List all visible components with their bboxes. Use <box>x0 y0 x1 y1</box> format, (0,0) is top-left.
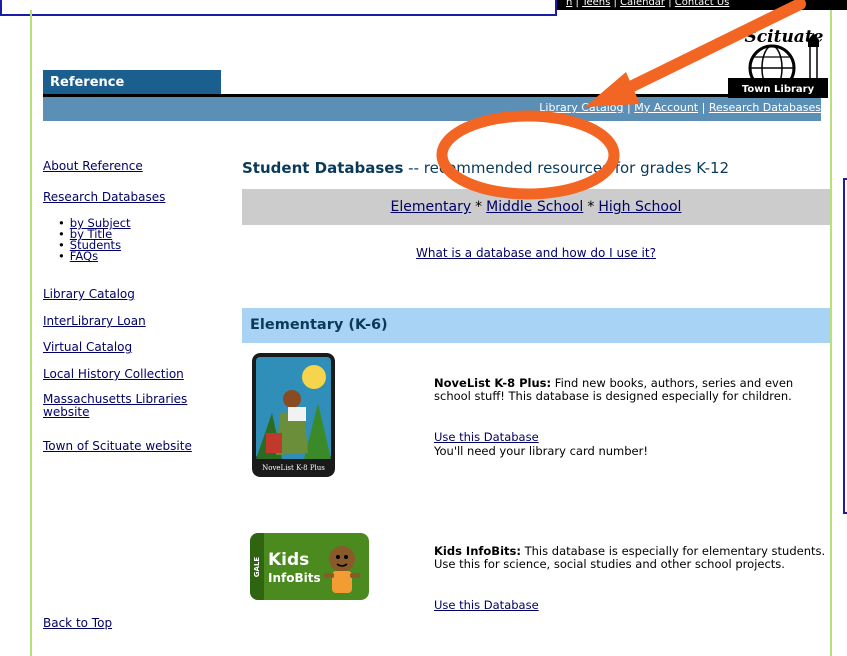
top-link-teens[interactable]: Teens <box>582 0 610 8</box>
page-title: Student Databases -- recommended resourc… <box>242 159 729 177</box>
top-links: n | Teens | Calendar | Contact Us <box>566 0 729 8</box>
kids-word1: Kids <box>268 550 309 570</box>
sidebar-sub-item: FAQs <box>58 249 131 263</box>
grade-nav: Elementary * Middle School * High School <box>242 189 830 225</box>
top-links-sep: | <box>610 0 621 8</box>
logo-scituate: Scituate <box>745 27 824 47</box>
sidebar-mass-libraries[interactable]: Massachusetts Libraries website <box>43 393 208 419</box>
sidebar-interlibrary-loan[interactable]: InterLibrary Loan <box>43 314 146 328</box>
top-links-sep: | <box>572 0 583 8</box>
logo-town-library: Town Library <box>742 84 815 95</box>
sidebar-about-reference[interactable]: About Reference <box>43 159 143 173</box>
sidebar-local-history[interactable]: Local History Collection <box>43 367 184 381</box>
what-is-database-link[interactable]: What is a database and how do I use it? <box>416 246 656 260</box>
sidebar-faqs[interactable]: FAQs <box>70 249 98 263</box>
overlay-box <box>0 0 557 16</box>
nav-sep: | <box>623 101 635 114</box>
grade-link-elementary[interactable]: Elementary <box>391 199 472 215</box>
grade-sep: * <box>475 199 483 215</box>
kids-infobits-use-database-link[interactable]: Use this Database <box>434 598 539 612</box>
novelist-image[interactable]: NoveList K-8 Plus <box>252 353 335 477</box>
nav-links: Library Catalog | My Account | Research … <box>539 101 821 114</box>
section-tab: Reference <box>43 70 221 95</box>
library-logo[interactable]: Town Library Scituate <box>728 20 828 98</box>
popup-box-edge <box>843 178 847 514</box>
sidebar-virtual-catalog[interactable]: Virtual Catalog <box>43 340 132 354</box>
nav-my-account[interactable]: My Account <box>634 101 698 114</box>
kids-word2: InfoBits <box>268 571 321 585</box>
annotation-circle <box>436 110 620 200</box>
top-link-contact[interactable]: Contact Us <box>675 0 730 8</box>
nav-library-catalog[interactable]: Library Catalog <box>539 101 623 114</box>
sidebar-research-databases[interactable]: Research Databases <box>43 190 165 204</box>
top-link-calendar[interactable]: Calendar <box>620 0 665 8</box>
novelist-image-caption: NoveList K-8 Plus <box>262 464 325 472</box>
frame-right-line <box>830 10 832 656</box>
page-title-bold: Student Databases <box>242 159 404 177</box>
what-is-database: What is a database and how do I use it? <box>242 246 830 260</box>
sidebar-town-scituate[interactable]: Town of Scituate website <box>43 439 192 453</box>
sidebar-sublist: by Subject by Title Students FAQs <box>58 217 131 263</box>
kids-infobits-description: Kids InfoBits: This database is especial… <box>434 545 826 571</box>
top-links-sep: | <box>665 0 675 8</box>
novelist-title: NoveList K-8 Plus: <box>434 376 552 390</box>
elementary-section-header: Elementary (K-6) <box>242 308 830 343</box>
kids-brand: GALE <box>253 557 261 578</box>
kids-infobits-image[interactable]: GALE Kids InfoBits <box>250 533 369 600</box>
grade-link-middle[interactable]: Middle School <box>486 199 583 215</box>
page-title-rest: -- recommended resources for grades K-12 <box>403 159 730 177</box>
novelist-description: NoveList K-8 Plus: Find new books, autho… <box>434 377 826 403</box>
kids-infobits-title: Kids InfoBits: <box>434 544 521 558</box>
novelist-use-database-link[interactable]: Use this Database <box>434 431 539 444</box>
sidebar-library-catalog[interactable]: Library Catalog <box>43 287 135 301</box>
novelist-card-note: You'll need your library card number! <box>434 444 648 458</box>
nav-sep: | <box>698 101 709 114</box>
nav-research-databases[interactable]: Research Databases <box>709 101 821 114</box>
grade-link-high[interactable]: High School <box>598 199 681 215</box>
section-title: Reference <box>50 75 125 90</box>
back-to-top-link[interactable]: Back to Top <box>43 616 112 630</box>
frame-left-line <box>30 10 32 656</box>
grade-sep: * <box>587 199 595 215</box>
